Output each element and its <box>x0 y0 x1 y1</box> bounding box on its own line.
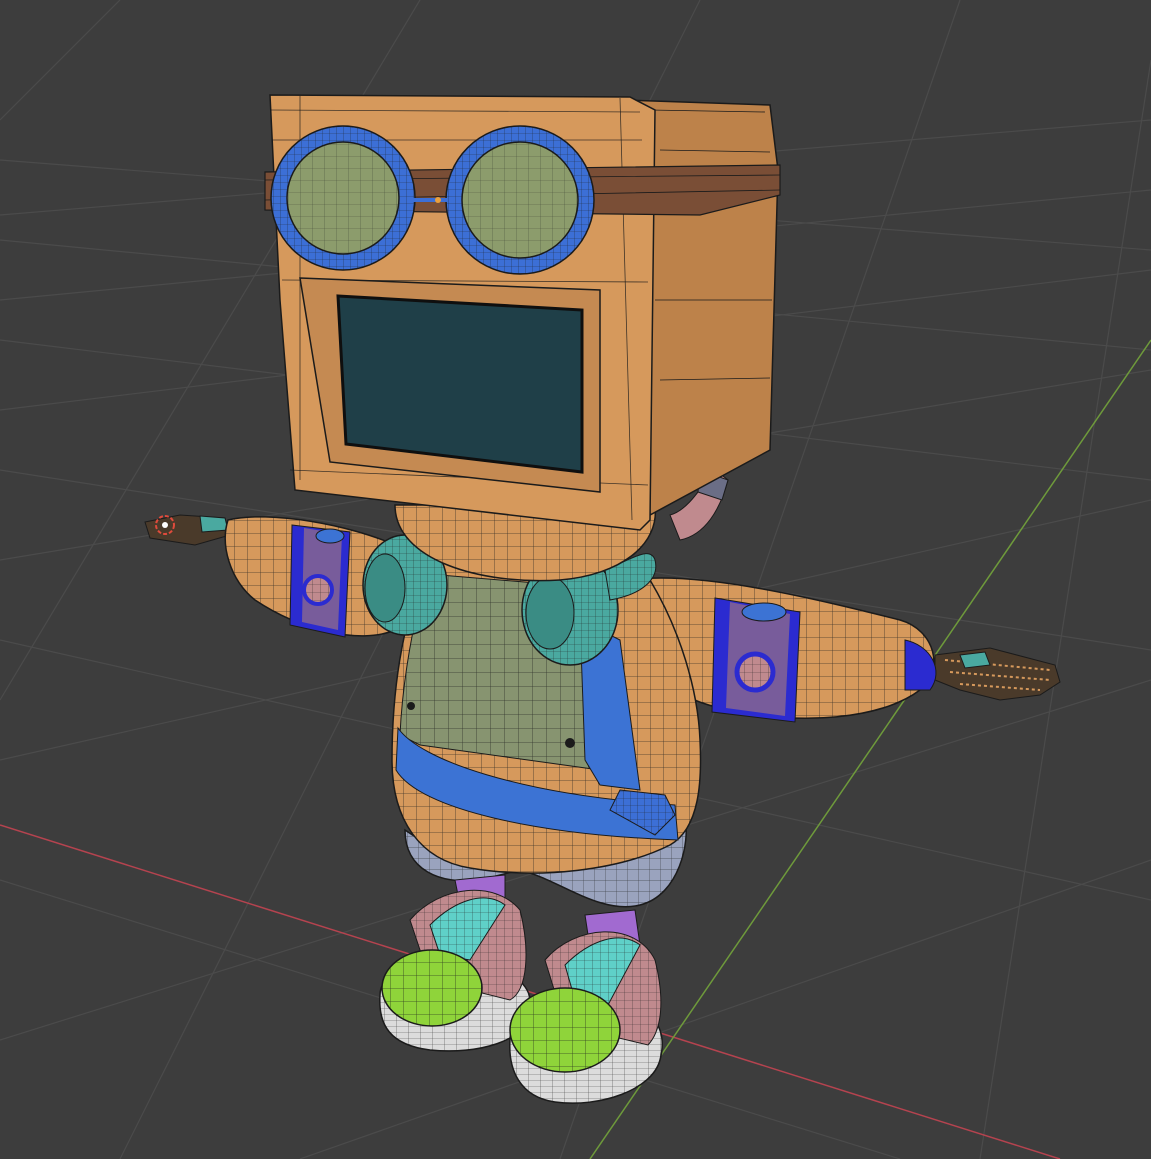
lens-left <box>286 141 400 255</box>
head-box[interactable] <box>264 94 781 531</box>
shoe-right[interactable] <box>509 931 663 1104</box>
right-hand[interactable] <box>934 647 1061 701</box>
3d-viewport[interactable] <box>0 0 1151 1159</box>
x-axis-line <box>0 824 1061 1159</box>
arm-button-right <box>734 651 776 693</box>
left-hand[interactable] <box>144 514 231 546</box>
screen-face <box>336 294 584 474</box>
toe-cap-left <box>381 949 483 1027</box>
button-dot <box>407 702 415 710</box>
button-dot <box>565 738 575 748</box>
lens-right <box>461 141 579 259</box>
toe-cap-right <box>509 987 621 1073</box>
arm-button-left <box>302 574 334 606</box>
